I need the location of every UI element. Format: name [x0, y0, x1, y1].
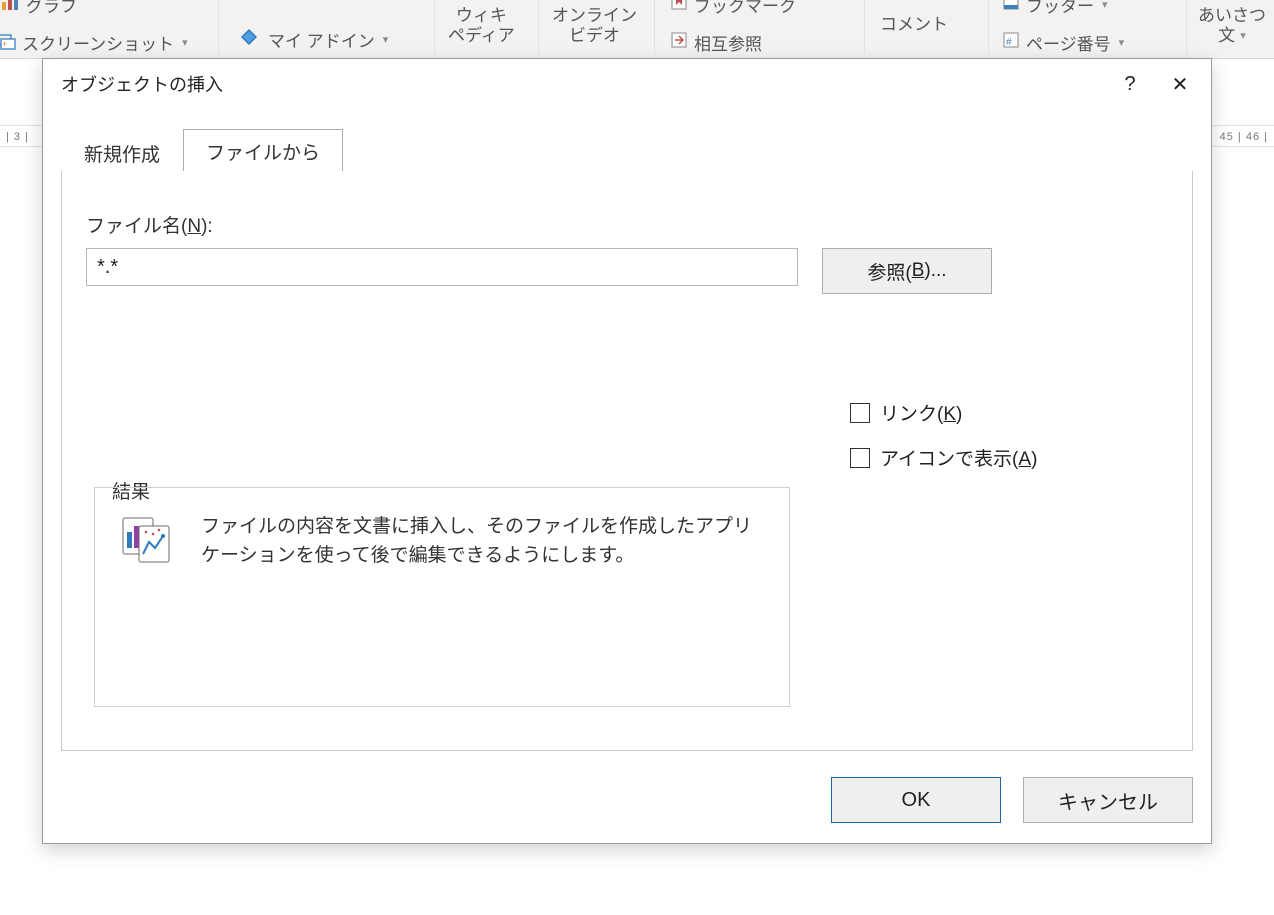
ribbon-screenshot-label: スクリーンショット — [22, 30, 174, 55]
bookmark-icon — [670, 0, 688, 16]
checkbox-link[interactable]: リンク(K) — [850, 399, 1037, 426]
ribbon-wiki-line1: ウィキ — [456, 6, 507, 26]
embedded-object-icon — [119, 512, 177, 566]
ribbon-separator — [654, 0, 655, 54]
ribbon-aisatsu[interactable]: あいさつ 文 ▾ — [1198, 6, 1266, 47]
checkbox-box-icon — [850, 448, 870, 468]
ribbon-wikipedia[interactable]: ウィキ ペディア — [448, 6, 515, 47]
filename-input[interactable] — [86, 248, 798, 286]
ribbon-onlinevideo[interactable]: オンライン ビデオ — [552, 6, 637, 47]
ribbon-bookmark[interactable]: ブックマーク — [670, 0, 796, 17]
ribbon-aisatsu-line1: あいさつ — [1198, 6, 1266, 26]
help-button[interactable]: ? — [1105, 59, 1155, 109]
dropdown-caret-icon: ▾ — [383, 33, 389, 46]
tab-new-label: 新規作成 — [84, 145, 160, 166]
tab-from-file[interactable]: ファイルから — [183, 129, 343, 171]
ribbon: グラフ + スクリーンショット ▾ マイ アドイン ▾ ウィキ ペディア オンラ… — [0, 0, 1274, 59]
cancel-button[interactable]: キャンセル — [1023, 777, 1193, 823]
ribbon-chart-label: グラフ — [26, 0, 77, 17]
dialog-titlebar: オブジェクトの挿入 ? ✕ — [43, 59, 1211, 109]
ruler-right: 45 | 46 | — [1220, 126, 1268, 148]
tab-new[interactable]: 新規作成 — [61, 131, 183, 170]
svg-text:#: # — [1006, 37, 1012, 48]
ribbon-aisatsu-line2: 文 — [1218, 26, 1235, 46]
screenshot-icon: + — [0, 30, 16, 55]
svg-text:+: + — [2, 39, 7, 49]
browse-button[interactable]: 参照(B)... — [822, 248, 992, 294]
result-group: ファイルの内容を文書に挿入し、そのファイルを作成したアプリケーションを使って後で… — [94, 487, 790, 707]
addins-icon — [236, 24, 262, 55]
footer-icon — [1002, 0, 1020, 16]
ribbon-crossref[interactable]: 相互参照 — [670, 30, 762, 55]
checkbox-link-label: リンク(K) — [880, 399, 962, 426]
insert-object-dialog: オブジェクトの挿入 ? ✕ 新規作成 ファイルから ファイル名(N): 参照(B… — [42, 58, 1212, 844]
tab-panel-from-file: ファイル名(N): 参照(B)... リンク(K) アイコンで表示(A) — [61, 171, 1193, 751]
filename-label: ファイル名(N): — [86, 211, 1168, 238]
ribbon-pagenum-label: ページ番号 — [1026, 30, 1111, 55]
ribbon-myaddins-label: マイ アドイン — [268, 27, 375, 52]
ribbon-footer-label: フッター — [1026, 0, 1094, 17]
browse-pre: 参照( — [867, 258, 911, 285]
ribbon-comment-label: コメント — [880, 10, 948, 35]
ribbon-separator — [538, 0, 539, 54]
dropdown-caret-icon: ▾ — [1102, 0, 1108, 11]
ribbon-separator — [988, 0, 989, 54]
options: リンク(K) アイコンで表示(A) — [850, 399, 1037, 471]
ribbon-comment[interactable]: コメント — [880, 10, 948, 35]
ribbon-wiki-line2: ペディア — [448, 26, 515, 46]
checkbox-display-as-icon[interactable]: アイコンで表示(A) — [850, 444, 1037, 471]
ribbon-online-line2: ビデオ — [569, 26, 620, 46]
filename-label-accel: N — [187, 216, 201, 237]
close-icon: ✕ — [1172, 72, 1189, 97]
ok-label: OK — [902, 789, 931, 812]
ok-button[interactable]: OK — [831, 777, 1001, 823]
ribbon-separator — [218, 0, 219, 54]
tab-from-file-label: ファイルから — [206, 143, 320, 164]
dialog-tabs: 新規作成 ファイルから — [61, 129, 1193, 172]
crossref-icon — [670, 31, 688, 54]
ribbon-screenshot-group[interactable]: + スクリーンショット ▾ — [0, 30, 188, 55]
result-description: ファイルの内容を文書に挿入し、そのファイルを作成したアプリケーションを使って後で… — [201, 512, 765, 571]
ribbon-separator — [434, 0, 435, 54]
filename-label-pre: ファイル名( — [86, 216, 187, 237]
ribbon-pagenum[interactable]: # ページ番号 ▾ — [1002, 30, 1124, 55]
filename-label-post: ): — [201, 216, 213, 237]
pagenum-icon: # — [1002, 31, 1020, 54]
ribbon-crossref-label: 相互参照 — [694, 30, 762, 55]
checkbox-display-as-icon-label: アイコンで表示(A) — [880, 444, 1037, 471]
browse-accel: B — [912, 260, 925, 282]
dropdown-caret-icon: ▾ — [1240, 30, 1246, 43]
browse-post: )... — [924, 260, 946, 282]
dialog-buttons: OK キャンセル — [831, 777, 1193, 823]
checkbox-box-icon — [850, 403, 870, 423]
ribbon-bookmark-label: ブックマーク — [694, 0, 796, 17]
dialog-title: オブジェクトの挿入 — [61, 71, 223, 97]
cancel-label: キャンセル — [1058, 786, 1158, 815]
ruler-left: | 3 | — [6, 126, 29, 148]
help-icon: ? — [1124, 73, 1135, 96]
dropdown-caret-icon: ▾ — [1119, 36, 1125, 49]
ribbon-separator — [864, 0, 865, 54]
dropdown-caret-icon: ▾ — [182, 36, 188, 49]
ribbon-separator — [1186, 0, 1187, 54]
chart-icon — [0, 0, 20, 17]
ribbon-chart-group[interactable]: グラフ — [0, 0, 77, 17]
ribbon-footer[interactable]: フッター ▾ — [1002, 0, 1108, 17]
ribbon-online-line1: オンライン — [552, 6, 637, 26]
ribbon-myaddins-group[interactable]: マイ アドイン ▾ — [236, 24, 388, 55]
close-button[interactable]: ✕ — [1155, 59, 1205, 109]
